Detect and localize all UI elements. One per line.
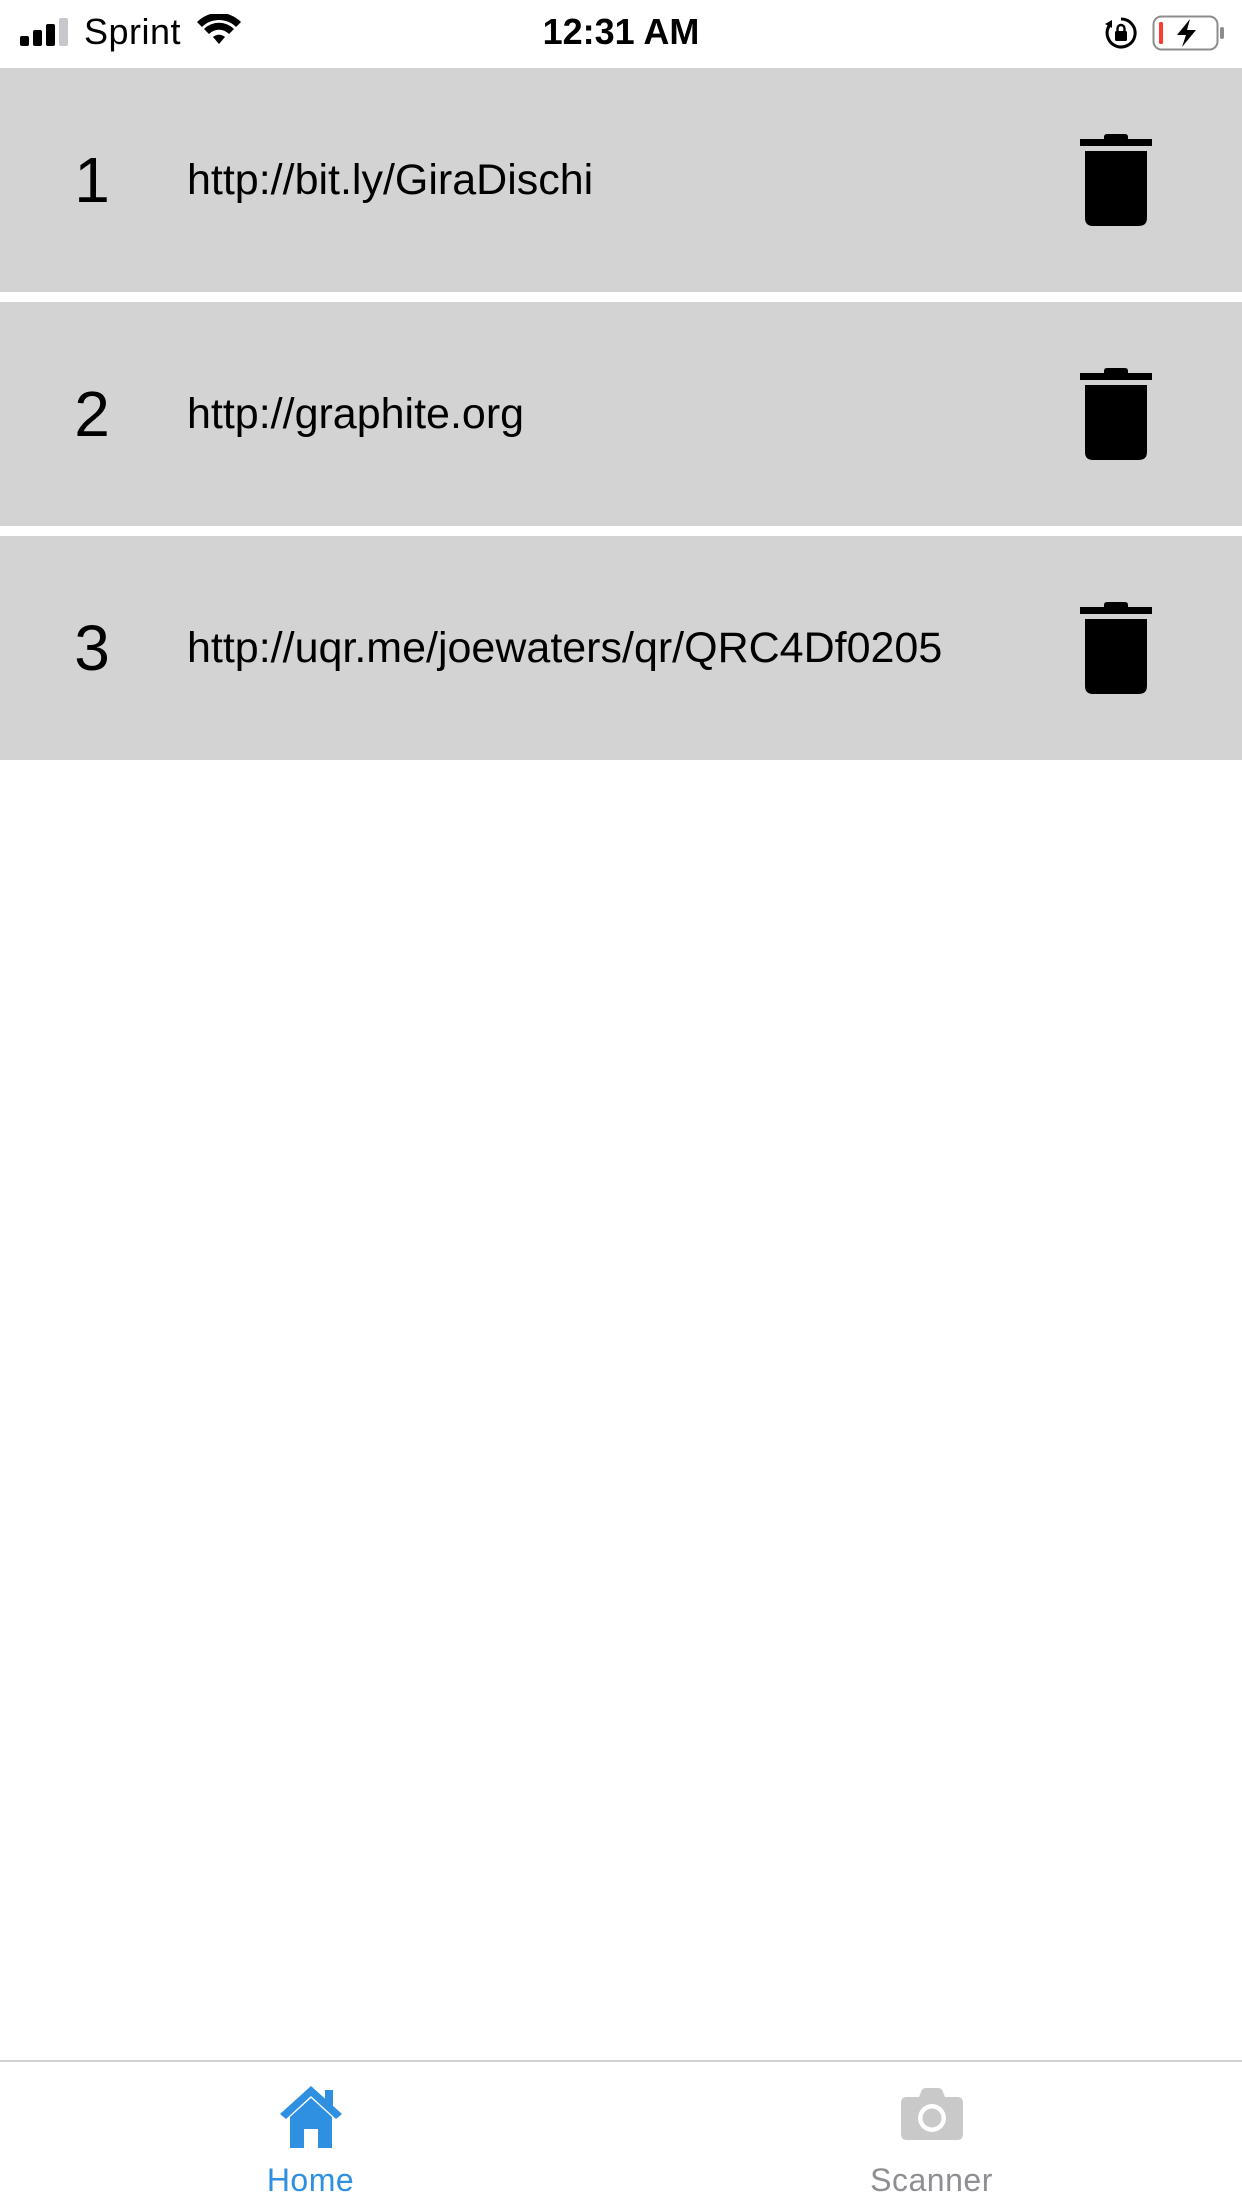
- list-item[interactable]: 1 http://bit.ly/GiraDischi: [0, 68, 1242, 292]
- scan-history-list: 1 http://bit.ly/GiraDischi 2 http://grap…: [0, 68, 1242, 770]
- item-number: 3: [74, 612, 110, 684]
- delete-button[interactable]: [1070, 134, 1162, 226]
- status-time: 12:31 AM: [542, 11, 700, 52]
- list-item[interactable]: 2 http://graphite.org: [0, 302, 1242, 526]
- trash-icon: [1080, 368, 1152, 460]
- tab-home[interactable]: Home: [0, 2062, 621, 2208]
- tab-scanner-label: Scanner: [870, 2162, 993, 2198]
- list-item[interactable]: 3 http://uqr.me/joewaters/qr/QRC4Df0205: [0, 536, 1242, 760]
- rotation-lock-icon: [1105, 17, 1137, 49]
- item-url[interactable]: http://graphite.org: [187, 302, 524, 526]
- home-icon: [279, 2086, 342, 2148]
- status-bar: Sprint 12:31 AM: [0, 0, 1242, 68]
- item-url[interactable]: http://uqr.me/joewaters/qr/QRC4Df0205: [187, 536, 942, 760]
- item-number: 1: [74, 144, 110, 216]
- tab-scanner[interactable]: Scanner: [621, 2062, 1242, 2208]
- item-number: 2: [74, 378, 110, 450]
- item-url[interactable]: http://bit.ly/GiraDischi: [187, 68, 593, 292]
- delete-button[interactable]: [1070, 602, 1162, 694]
- delete-button[interactable]: [1070, 368, 1162, 460]
- battery-icon: [1152, 15, 1224, 51]
- camera-icon: [900, 2088, 963, 2140]
- screen: Sprint 12:31 AM 1 http://bit.ly/GiraDisc…: [0, 0, 1242, 2208]
- tab-bar: Home Scanner: [0, 2060, 1242, 2208]
- tab-home-label: Home: [266, 2162, 355, 2198]
- trash-icon: [1080, 134, 1152, 226]
- trash-icon: [1080, 602, 1152, 694]
